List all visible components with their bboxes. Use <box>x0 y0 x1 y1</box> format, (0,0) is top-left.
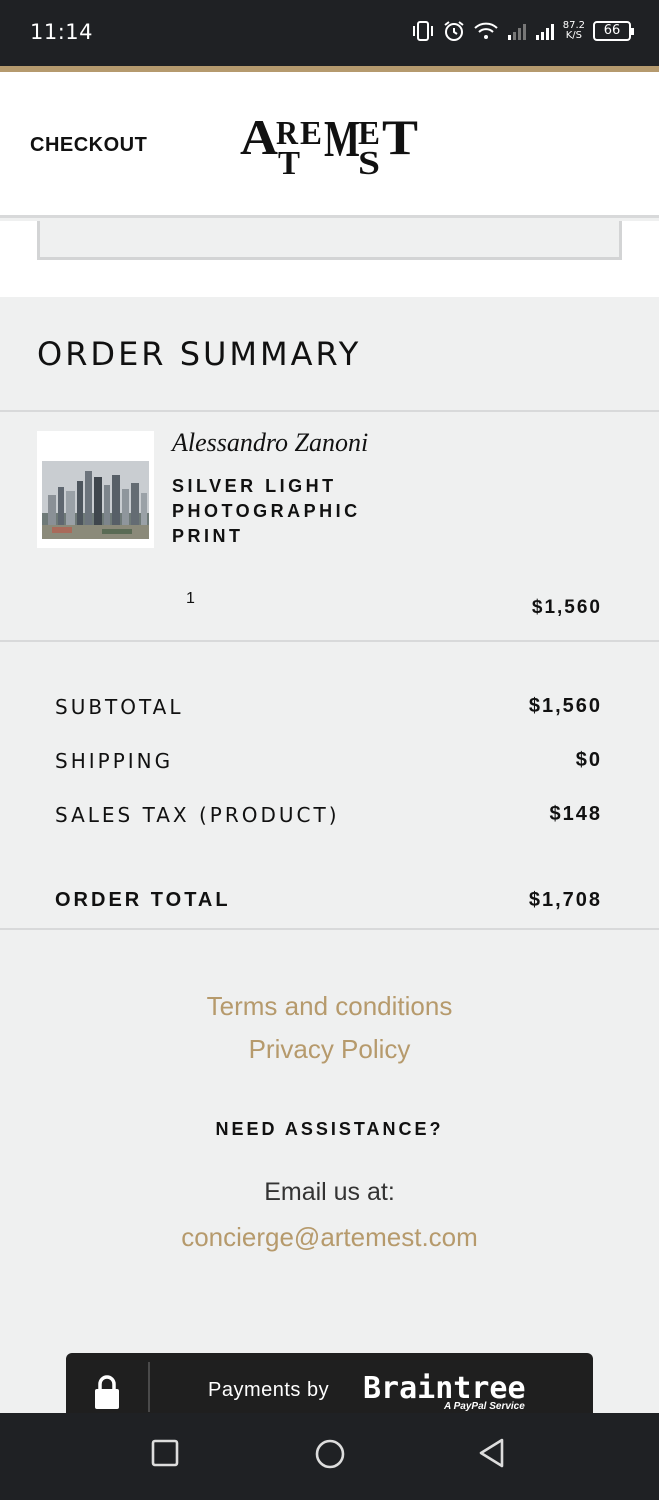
order-total-label: ORDER TOTAL <box>55 889 231 911</box>
recents-button[interactable] <box>150 1437 180 1472</box>
wifi-icon <box>473 18 499 44</box>
subtotal-label: SUBTOTAL <box>55 695 184 719</box>
terms-link[interactable]: Terms and conditions <box>0 991 659 1022</box>
product-thumbnail[interactable] <box>37 431 154 548</box>
item-quantity: 1 <box>186 590 195 607</box>
back-button[interactable] <box>476 1437 508 1474</box>
svg-text:E: E <box>300 115 322 152</box>
divider <box>0 928 659 930</box>
privacy-link[interactable]: Privacy Policy <box>0 1034 659 1065</box>
status-bar: 11:14 87.2 K/S 66 <box>0 0 659 66</box>
sales-tax-value: $148 <box>549 803 602 825</box>
alarm-icon <box>443 18 465 44</box>
status-time: 11:14 <box>30 20 94 44</box>
svg-text:A: A <box>240 109 278 165</box>
email-label: Email us at: <box>264 1178 395 1206</box>
product-name[interactable]: SILVER LIGHT PHOTOGRAPHIC PRINT <box>172 474 412 549</box>
status-icons: 87.2 K/S 66 <box>411 18 634 44</box>
item-price: $1,560 <box>531 597 602 618</box>
system-nav-bar <box>0 1413 659 1500</box>
assistance-heading: NEED ASSISTANCE? <box>215 1119 444 1139</box>
concierge-email-link[interactable]: concierge@artemest.com <box>0 1222 659 1253</box>
payments-by-text: Payments by <box>208 1379 330 1401</box>
home-button[interactable] <box>313 1437 347 1476</box>
svg-text:M: M <box>324 111 360 168</box>
signal-weak-icon <box>507 18 527 44</box>
shipping-label: SHIPPING <box>55 749 174 773</box>
artemest-logo[interactable]: A R T E M E S T <box>240 102 422 183</box>
divider <box>0 410 659 412</box>
order-total-value: $1,708 <box>528 889 602 911</box>
form-field-bottom[interactable] <box>37 221 622 260</box>
battery-icon: 66 <box>593 21 634 41</box>
shipping-value: $0 <box>575 749 602 771</box>
divider <box>0 640 659 642</box>
svg-text:T: T <box>278 145 300 178</box>
svg-text:S: S <box>358 145 380 178</box>
cityscape-image <box>42 461 149 539</box>
network-speed-unit: K/S <box>565 30 582 41</box>
vibrate-icon <box>411 18 435 44</box>
checkout-header: CHECKOUT A R T E M E S T <box>0 72 659 218</box>
logo-lettering: A R T E M E S T <box>240 109 418 182</box>
sales-tax-label: SALES TAX (PRODUCT) <box>55 803 340 827</box>
subtotal-value: $1,560 <box>528 695 602 717</box>
order-summary-title: ORDER SUMMARY <box>37 335 362 373</box>
square-icon <box>151 1439 179 1467</box>
badge-separator <box>148 1362 150 1412</box>
svg-text:T: T <box>382 109 418 165</box>
form-section-end <box>0 221 659 297</box>
signal-strong-icon <box>535 18 555 44</box>
braintree-badge: Payments by Braintree A PayPal Service <box>66 1353 593 1413</box>
checkout-label: CHECKOUT <box>30 134 148 156</box>
network-speed: 87.2 K/S <box>563 21 585 41</box>
circle-icon <box>315 1439 345 1469</box>
lock-icon <box>92 1375 122 1413</box>
paypal-service-text: A PayPal Service <box>444 1401 525 1412</box>
back-triangle-icon <box>479 1438 504 1468</box>
artist-name[interactable]: Alessandro Zanoni <box>172 428 368 458</box>
